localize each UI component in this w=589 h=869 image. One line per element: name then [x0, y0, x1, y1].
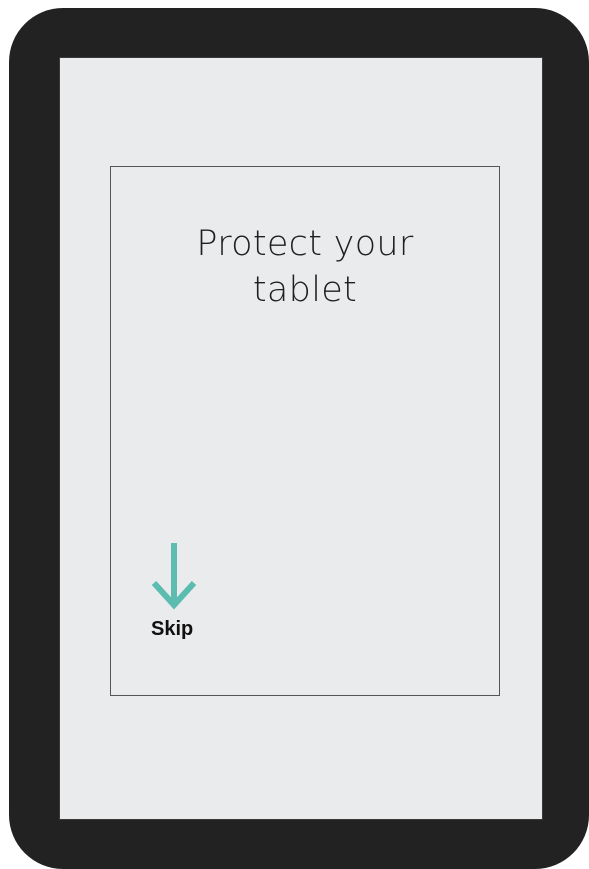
- skip-label: Skip: [151, 618, 194, 640]
- title-line-1: Protect your: [196, 224, 414, 264]
- skip-button[interactable]: Skip: [147, 543, 201, 647]
- title-line-2: tablet: [252, 270, 358, 310]
- content-card: Protect your tablet Skip: [110, 166, 500, 696]
- page-title: Protect your tablet: [111, 221, 499, 313]
- arrow-down-icon: [151, 543, 197, 610]
